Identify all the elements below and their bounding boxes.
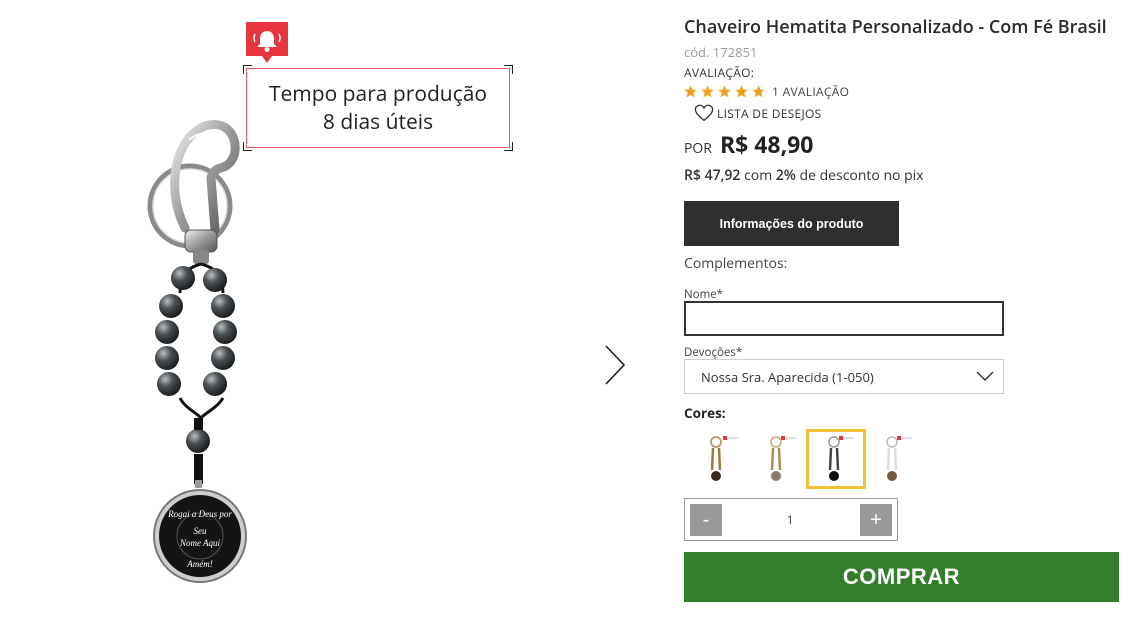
name-input[interactable] [684, 301, 1004, 336]
pendant-text-bottom: Amém! [186, 559, 213, 569]
quantity-stepper: - 1 + [684, 498, 898, 541]
star-icon [752, 85, 765, 98]
star-icon [684, 85, 697, 98]
devotion-select[interactable]: Nossa Sra. Aparecida (1-050) [684, 359, 1004, 394]
pix-percent: 2% [775, 166, 796, 185]
pix-discount: R$ 47,92 com 2% de desconto no pix [684, 166, 924, 185]
product-title: Chaveiro Hematita Personalizado - Com Fé… [684, 15, 1107, 39]
next-image-arrow-icon[interactable] [600, 342, 630, 388]
star-icon [735, 85, 748, 98]
devotion-field-label: Devoções* [684, 345, 743, 360]
pix-with: com [744, 166, 773, 185]
production-time-value: 8 dias úteis [322, 108, 434, 136]
production-time-box: Tempo para produção 8 dias úteis [243, 65, 513, 151]
product-gallery: Tempo para produção 8 dias úteis Rogai a… [0, 0, 640, 627]
pix-price: R$ 47,92 [684, 166, 741, 185]
production-time-title: Tempo para produção [268, 80, 488, 108]
name-field-label: Nome* [684, 287, 724, 302]
quantity-increase-button[interactable]: + [860, 504, 892, 536]
star-icon [701, 85, 714, 98]
quantity-decrease-button[interactable]: - [690, 504, 722, 536]
rating-stars[interactable]: 1 AVALIAÇÃO [683, 83, 849, 100]
buy-button[interactable]: COMPRAR [684, 552, 1119, 602]
wishlist-label: LISTA DE DESEJOS [717, 104, 822, 122]
product-code: cód. 172851 [684, 43, 758, 61]
star-icon [718, 85, 731, 98]
pix-suffix: de desconto no pix [799, 166, 924, 185]
alarm-bell-icon [246, 22, 288, 64]
product-info-button[interactable]: Informações do produto [684, 201, 899, 246]
product-image: Rogai a Deus por Seu Nome Aqui Amém! [145, 118, 265, 588]
pendant-text-middle2: Nome Aqui [179, 538, 221, 548]
price-row: POR R$ 48,90 [684, 128, 813, 160]
price-value: R$ 48,90 [719, 128, 814, 160]
rating-label: AVALIAÇÃO: [684, 64, 755, 81]
heart-icon [694, 104, 714, 122]
color-swatch-gold[interactable] [690, 429, 750, 489]
price-prefix: POR [684, 139, 712, 158]
devotion-selected-value: Nossa Sra. Aparecida (1-050) [701, 367, 874, 386]
color-swatch-hematite-selected[interactable] [806, 429, 866, 489]
colors-label: Cores: [684, 404, 726, 422]
rating-count[interactable]: 1 AVALIAÇÃO [772, 83, 849, 100]
wishlist-link[interactable]: LISTA DE DESEJOS [694, 104, 822, 122]
color-swatch-white[interactable] [864, 429, 924, 489]
pendant-text-top: Rogai a Deus por [167, 509, 232, 519]
complements-label: Complementos: [684, 254, 788, 273]
color-swatch-bronze[interactable] [748, 429, 808, 489]
chevron-down-icon [976, 371, 994, 381]
pendant-text-middle1: Seu [194, 526, 207, 536]
quantity-value[interactable]: 1 [725, 511, 855, 528]
